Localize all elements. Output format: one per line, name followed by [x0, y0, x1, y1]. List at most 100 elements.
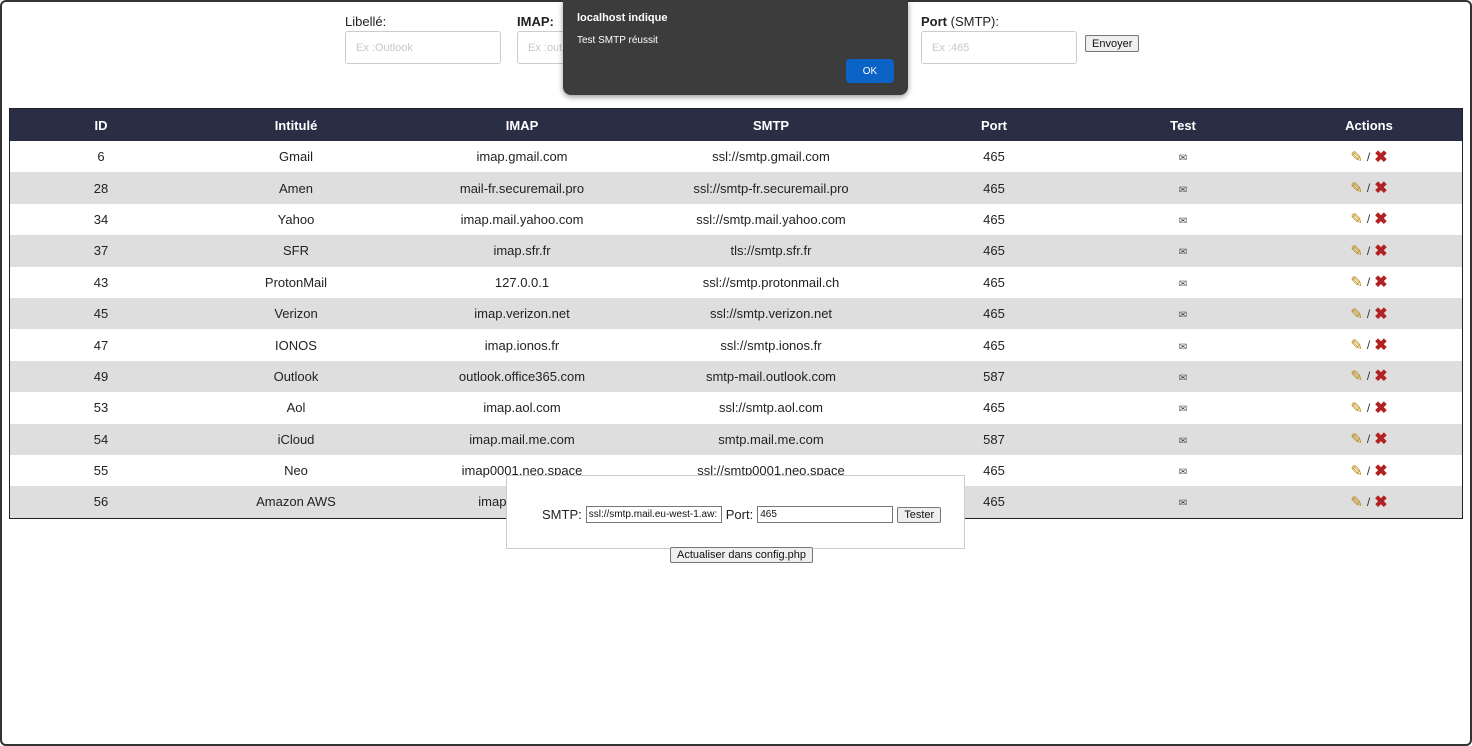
pencil-icon[interactable]: ✎ — [1350, 430, 1363, 448]
col-actions: Actions — [1276, 108, 1463, 141]
envelope-icon[interactable]: ✉ — [1179, 373, 1187, 384]
cell-test: ✉ — [1090, 329, 1276, 361]
cell-actions: ✎ / ✖ — [1276, 297, 1463, 330]
table-row: 37 SFR imap.sfr.fr tls://smtp.sfr.fr 465 ✉ ✎ / ✖ — [9, 235, 1463, 267]
envelope-icon[interactable]: ✉ — [1179, 467, 1187, 478]
cell-id: 54 — [9, 423, 192, 455]
delete-x-icon[interactable]: ✖ — [1374, 429, 1387, 449]
action-separator: / — [1366, 369, 1371, 384]
cell-id: 49 — [9, 360, 192, 393]
delete-x-icon[interactable]: ✖ — [1374, 209, 1387, 229]
smtp-test-input[interactable] — [585, 506, 722, 523]
alert-message: Test SMTP réussit — [577, 35, 658, 46]
envelope-icon[interactable]: ✉ — [1179, 498, 1187, 509]
cell-port: 465 — [898, 329, 1090, 361]
cell-name: Amazon AWS — [192, 486, 400, 519]
envelope-icon[interactable]: ✉ — [1179, 247, 1187, 258]
cell-actions: ✎ / ✖ — [1276, 235, 1463, 267]
table-row: 45 Verizon imap.verizon.net ssl://smtp.veri… — [9, 297, 1463, 330]
alert-ok-button[interactable]: OK — [846, 59, 894, 83]
envelope-icon[interactable]: ✉ — [1179, 404, 1187, 415]
cell-smtp: ssl://smtp.verizon.net — [644, 297, 898, 330]
cell-id: 43 — [9, 266, 192, 298]
cell-actions: ✎ / ✖ — [1276, 360, 1463, 393]
delete-x-icon[interactable]: ✖ — [1374, 272, 1387, 292]
cell-port: 465 — [898, 141, 1090, 173]
cell-imap: imap.verizon.net — [400, 297, 644, 330]
pencil-icon[interactable]: ✎ — [1350, 367, 1363, 385]
cell-test: ✉ — [1090, 392, 1276, 424]
cell-test: ✉ — [1090, 454, 1276, 487]
action-separator: / — [1366, 149, 1371, 164]
cell-actions: ✎ / ✖ — [1276, 203, 1463, 236]
cell-port: 465 — [898, 392, 1090, 424]
pencil-icon[interactable]: ✎ — [1350, 148, 1363, 166]
action-separator: / — [1366, 494, 1371, 509]
table-row: 47 IONOS imap.ionos.fr ssl://smtp.ionos.fr 4… — [9, 329, 1463, 361]
col-smtp: SMTP — [644, 108, 898, 141]
cell-test: ✉ — [1090, 360, 1276, 393]
cell-smtp: smtp-mail.outlook.com — [644, 360, 898, 393]
delete-x-icon[interactable]: ✖ — [1374, 398, 1387, 418]
cell-name: Outlook — [192, 360, 400, 393]
delete-x-icon[interactable]: ✖ — [1374, 366, 1387, 386]
cell-actions: ✎ / ✖ — [1276, 141, 1463, 173]
delete-x-icon[interactable]: ✖ — [1374, 492, 1387, 512]
cell-test: ✉ — [1090, 423, 1276, 455]
cell-imap: imap.mail.yahoo.com — [400, 203, 644, 236]
send-button[interactable]: Envoyer — [1085, 35, 1140, 52]
table-row: 53 Aol imap.aol.com ssl://smtp.aol.com 465 ✉ ✎… — [9, 392, 1463, 424]
port-test-input[interactable] — [757, 506, 894, 523]
pencil-icon[interactable]: ✎ — [1350, 462, 1363, 480]
action-separator: / — [1366, 432, 1371, 447]
cell-smtp: ssl://smtp.aol.com — [644, 392, 898, 424]
update-config-button[interactable]: Actualiser dans config.php — [670, 547, 814, 563]
cell-port: 465 — [898, 235, 1090, 267]
table-row: 34 Yahoo imap.mail.yahoo.com ssl://smtp.mai… — [9, 203, 1463, 236]
cell-port: 465 — [898, 266, 1090, 298]
cell-actions: ✎ / ✖ — [1276, 454, 1463, 487]
cell-test: ✉ — [1090, 297, 1276, 330]
cell-port: 465 — [898, 297, 1090, 330]
test-button[interactable]: Tester — [897, 506, 942, 523]
table-row: 49 Outlook outlook.office365.com smtp-mail.… — [9, 360, 1463, 393]
label-input[interactable] — [345, 31, 501, 64]
cell-imap: 127.0.0.1 — [400, 266, 644, 298]
envelope-icon[interactable]: ✉ — [1179, 153, 1187, 164]
cell-name: SFR — [192, 235, 400, 267]
cell-port: 465 — [898, 203, 1090, 236]
cell-imap: outlook.office365.com — [400, 360, 644, 393]
envelope-icon[interactable]: ✉ — [1179, 279, 1187, 290]
pencil-icon[interactable]: ✎ — [1350, 273, 1363, 291]
delete-x-icon[interactable]: ✖ — [1374, 178, 1387, 198]
cell-smtp: ssl://smtp.protonmail.ch — [644, 266, 898, 298]
delete-x-icon[interactable]: ✖ — [1374, 461, 1387, 481]
pencil-icon[interactable]: ✎ — [1350, 336, 1363, 354]
delete-x-icon[interactable]: ✖ — [1374, 147, 1387, 167]
table-row: 6 Gmail imap.gmail.com ssl://smtp.gmail.com… — [9, 141, 1463, 173]
table-row: 54 iCloud imap.mail.me.com smtp.mail.me.com… — [9, 423, 1463, 455]
envelope-icon[interactable]: ✉ — [1179, 342, 1187, 353]
envelope-icon[interactable]: ✉ — [1179, 185, 1187, 196]
envelope-icon[interactable]: ✉ — [1179, 216, 1187, 227]
delete-x-icon[interactable]: ✖ — [1374, 241, 1387, 261]
envelope-icon[interactable]: ✉ — [1179, 310, 1187, 321]
pencil-icon[interactable]: ✎ — [1350, 305, 1363, 323]
pencil-icon[interactable]: ✎ — [1350, 242, 1363, 260]
cell-actions: ✎ / ✖ — [1276, 423, 1463, 455]
envelope-icon[interactable]: ✉ — [1179, 436, 1187, 447]
delete-x-icon[interactable]: ✖ — [1374, 304, 1387, 324]
cell-imap: imap.gmail.com — [400, 141, 644, 173]
label-field-label: Libellé: — [345, 14, 387, 29]
pencil-icon[interactable]: ✎ — [1350, 493, 1363, 511]
pencil-icon[interactable]: ✎ — [1350, 399, 1363, 417]
action-separator: / — [1366, 181, 1371, 196]
cell-imap: imap.aol.com — [400, 392, 644, 424]
pencil-icon[interactable]: ✎ — [1350, 210, 1363, 228]
cell-id: 37 — [9, 235, 192, 267]
pencil-icon[interactable]: ✎ — [1350, 179, 1363, 197]
mail-servers-table: ID Intitulé IMAP SMTP Port Test Actions … — [9, 108, 1463, 519]
cell-name: Verizon — [192, 297, 400, 330]
port-input-top[interactable] — [921, 31, 1077, 64]
delete-x-icon[interactable]: ✖ — [1374, 335, 1387, 355]
